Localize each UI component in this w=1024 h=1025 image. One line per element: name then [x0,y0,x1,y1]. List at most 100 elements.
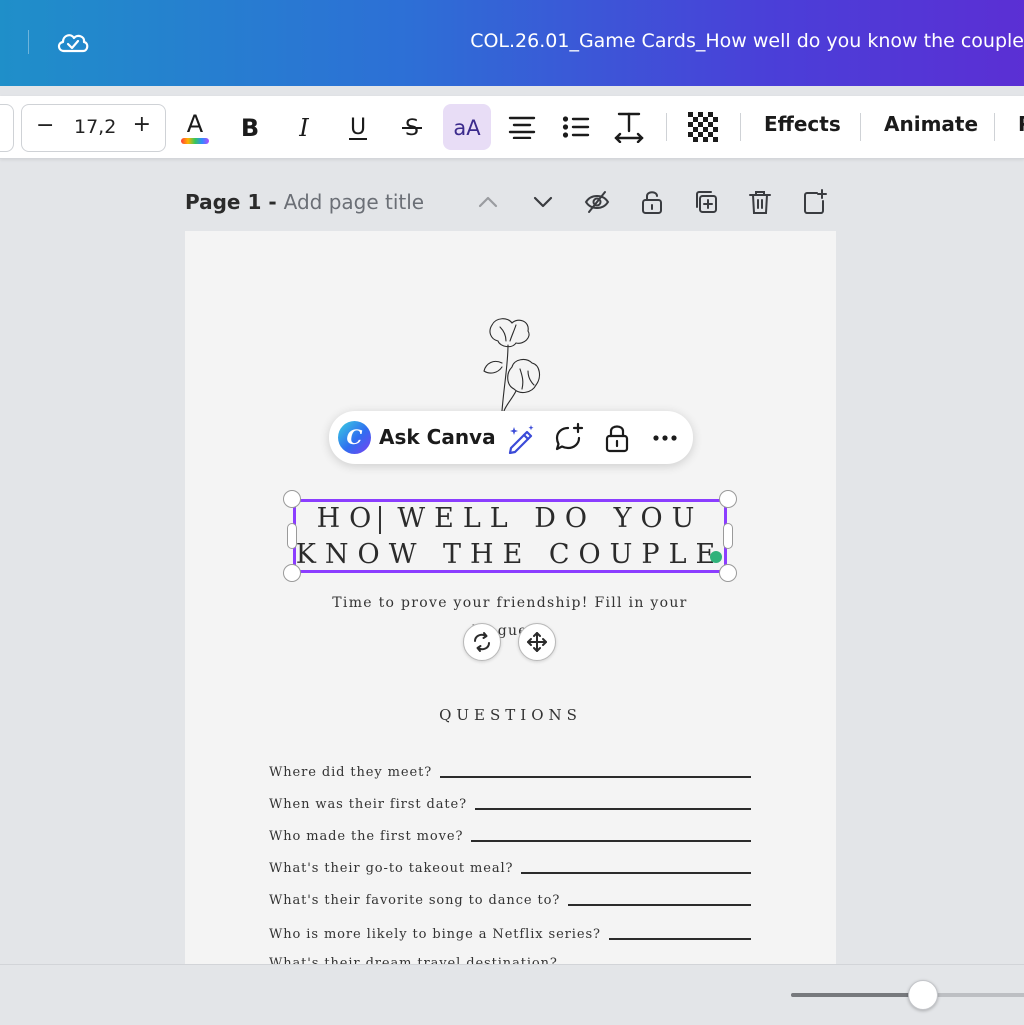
transparency-button[interactable] [684,104,722,150]
letter-case-icon: aA [453,116,481,140]
magic-write-icon[interactable] [505,422,537,454]
spacing-button[interactable] [610,104,648,150]
position-button[interactable]: P [1018,112,1024,136]
resize-handle-top-right[interactable] [719,490,737,508]
heading-text-line2: KNOW THE COUPLE [295,539,725,570]
answer-line [608,938,751,940]
svg-text:B: B [241,114,259,140]
resize-handle-top-left[interactable] [283,490,301,508]
question-text: What's their go-to takeout meal? [269,861,514,876]
bold-icon: B [241,114,259,140]
page-number: Page 1 - [185,190,284,214]
question-row[interactable]: Who is more likely to binge a Netflix se… [269,920,751,942]
question-row[interactable]: Where did they meet? [269,758,751,780]
italic-button[interactable]: I [286,104,322,150]
subtitle-text[interactable]: Time to prove your friendship! Fill in y… [305,589,715,645]
text-align-button[interactable] [503,104,541,150]
question-text: Who is more likely to binge a Netflix se… [269,927,601,942]
list-button[interactable] [557,104,595,150]
italic-icon: I [298,114,309,140]
collaborator-cursor-dot [710,551,722,563]
design-page[interactable]: HO WELL DO YOU KNOW THE COUPLE Time to p… [185,231,836,964]
header-divider [28,30,29,54]
chevron-up-icon[interactable] [474,188,502,216]
bold-button[interactable]: B [232,104,268,150]
svg-text:aA: aA [453,116,481,140]
resize-handle-left[interactable] [287,523,297,549]
subtitle-line-1: Time to prove your friendship! Fill in y… [332,595,688,611]
toolbar-divider [740,113,741,141]
question-row[interactable]: What's their favorite song to dance to? [269,886,751,908]
underline-button[interactable]: U [340,104,376,150]
decrease-font-size-button[interactable]: − [36,113,54,138]
font-size-input[interactable]: 17,2 [74,116,116,138]
ask-canva-toolbar: C Ask Canva [329,411,693,464]
toolbar-divider [666,113,667,141]
text-toolbar: − 17,2 + A B I U S aA Effects Animate [0,96,1024,159]
increase-font-size-button[interactable]: + [133,112,151,137]
hide-page-icon[interactable] [583,188,611,216]
chevron-down-icon[interactable] [529,188,557,216]
cloud-saved-icon[interactable] [55,27,91,57]
transparency-checker-icon [688,112,718,142]
animate-button[interactable]: Animate [884,112,978,136]
question-text: Who made the first move? [269,829,464,844]
strikethrough-button[interactable]: S [394,104,430,150]
page-title-input[interactable]: Add page title [284,190,425,214]
answer-line [440,776,751,778]
page-header: Page 1 - Add page title [185,190,424,214]
zoom-slider-thumb[interactable] [908,980,938,1010]
question-row[interactable]: What's their dream travel destination? [269,949,751,964]
move-icon [527,632,547,652]
question-row[interactable]: What's their go-to takeout meal? [269,854,751,876]
question-row[interactable]: When was their first date? [269,790,751,812]
question-text: When was their first date? [269,797,467,812]
answer-line [568,904,751,906]
resize-handle-bottom-left[interactable] [283,564,301,582]
effects-button[interactable]: Effects [764,112,841,136]
zoom-slider-fill [791,993,923,997]
question-text: What's their favorite song to dance to? [269,893,561,908]
editor-header: COL.26.01_Game Cards_How well do you kno… [0,0,1024,86]
heading-text-after-caret: WELL DO YOU [379,503,704,534]
lock-icon[interactable] [601,422,633,454]
svg-text:U: U [350,115,366,140]
title-text-box[interactable]: HO WELL DO YOU KNOW THE COUPLE [293,499,727,573]
align-center-icon [508,116,536,139]
add-page-icon[interactable] [801,188,829,216]
more-options-icon[interactable] [649,422,681,454]
font-family-dropdown[interactable] [0,104,14,152]
bulleted-list-icon [562,116,590,138]
toolbar-divider [860,113,861,141]
heading-text-before-caret: HO [316,503,381,534]
strikethrough-icon: S [402,116,422,141]
toolbar-divider [994,113,995,141]
resize-handle-right[interactable] [723,523,733,549]
text-color-button[interactable]: A [176,104,214,150]
rotate-button[interactable] [463,623,501,661]
resize-handle-bottom-right[interactable] [719,564,737,582]
document-title[interactable]: COL.26.01_Game Cards_How well do you kno… [470,30,1024,52]
poppy-illustration[interactable] [472,315,552,411]
canva-logo-icon[interactable]: C [338,421,371,454]
question-text: Where did they meet? [269,765,433,780]
font-size-stepper: − 17,2 + [21,104,166,152]
add-comment-icon[interactable] [553,422,585,454]
move-button[interactable] [518,623,556,661]
answer-line [471,840,751,842]
duplicate-page-icon[interactable] [692,188,720,216]
underline-icon: U [349,115,367,140]
text-color-icon: A [181,110,209,144]
svg-text:I: I [298,114,309,140]
answer-line [521,872,751,874]
question-text: What's their dream travel destination? [269,956,558,964]
answer-line [474,808,751,810]
letter-case-button[interactable]: aA [443,104,491,150]
rotate-icon [474,632,490,652]
question-row[interactable]: Who made the first move? [269,822,751,844]
ask-canva-button[interactable]: Ask Canva [379,425,496,449]
lock-icon[interactable] [638,188,666,216]
questions-heading[interactable]: QUESTIONS [185,706,836,724]
trash-icon[interactable] [746,188,774,216]
text-spacing-icon [614,112,644,143]
